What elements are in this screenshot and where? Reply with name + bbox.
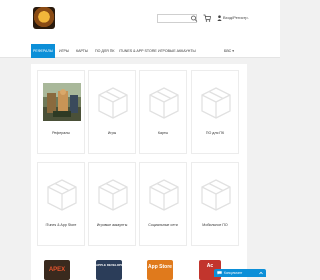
category-card-mobile-software[interactable]: Мобильное ПО [191, 162, 239, 246]
site-header: Вход/Регистр. [0, 0, 280, 44]
nav-right-label: БВС [224, 49, 232, 53]
account-link[interactable]: Вход/Регистр. [223, 15, 249, 20]
category-label: Рефералы [52, 131, 70, 135]
category-card-games[interactable]: Игры [88, 70, 136, 154]
category-card-social[interactable]: Социальные сети [139, 162, 187, 246]
box-placeholder-icon [149, 87, 179, 119]
chevron-down-icon: ▾ [232, 49, 235, 53]
nav-item-referrals[interactable]: Рефералы [31, 44, 55, 58]
category-card-game-accounts[interactable]: Игровые аккаунты [88, 162, 136, 246]
category-card-itunes[interactable]: iTunes & App Store [37, 162, 85, 246]
category-label: ПО для ПК [205, 131, 225, 135]
cart-icon[interactable] [203, 14, 211, 22]
chat-icon [217, 271, 222, 275]
category-label: Карты [157, 131, 169, 135]
product-tile-label: APPLE DEVELOPER [96, 263, 122, 267]
nav-item-pc-software[interactable]: ПО для ПК [95, 44, 114, 58]
chat-label: Консультант [224, 271, 243, 275]
category-card-pc-software[interactable]: ПО для ПК [191, 70, 239, 154]
nav-item-itunes[interactable]: iTunes & App Store [119, 44, 157, 58]
search-icon[interactable] [190, 14, 198, 23]
catalog-container: Рефералы Игры Карты ПО для ПК iTunes & A… [31, 64, 247, 280]
product-tile-apex[interactable]: APEX [44, 260, 70, 280]
user-icon[interactable] [217, 15, 222, 21]
nav-item-game-accounts[interactable]: Игровые аккаунты [158, 44, 196, 58]
category-card-cards[interactable]: Карты [139, 70, 187, 154]
product-tile-label: App Store [148, 264, 172, 270]
box-placeholder-icon [201, 87, 231, 119]
chevron-up-icon [259, 271, 263, 275]
product-tile-label: APEX [48, 267, 66, 273]
category-label: Социальные сети [148, 223, 178, 227]
category-label: Игровые аккаунты [96, 223, 128, 227]
site-logo[interactable] [33, 7, 55, 29]
product-tile-app-store[interactable]: App Store [147, 260, 173, 280]
nav-item-cards[interactable]: Карты [76, 44, 88, 58]
nav-right-link[interactable]: БВС ▾ [224, 44, 234, 58]
category-label: Мобильное ПО [202, 223, 228, 227]
box-placeholder-icon [98, 179, 128, 211]
box-placeholder-icon [201, 179, 231, 211]
box-placeholder-icon [149, 179, 179, 211]
referrals-image [43, 83, 81, 121]
category-label: Игры [107, 131, 117, 135]
main-nav: Рефералы Игры Карты ПО для ПК iTunes & A… [0, 44, 280, 58]
nav-item-games[interactable]: Игры [59, 44, 69, 58]
box-placeholder-icon [47, 179, 77, 211]
box-placeholder-icon [98, 87, 128, 119]
category-card-referrals[interactable]: Рефералы [37, 70, 85, 154]
product-tile-apple-developer[interactable]: APPLE DEVELOPER [96, 260, 122, 280]
category-label: iTunes & App Store [45, 223, 77, 227]
consultant-chat-button[interactable]: Консультант [214, 269, 266, 277]
